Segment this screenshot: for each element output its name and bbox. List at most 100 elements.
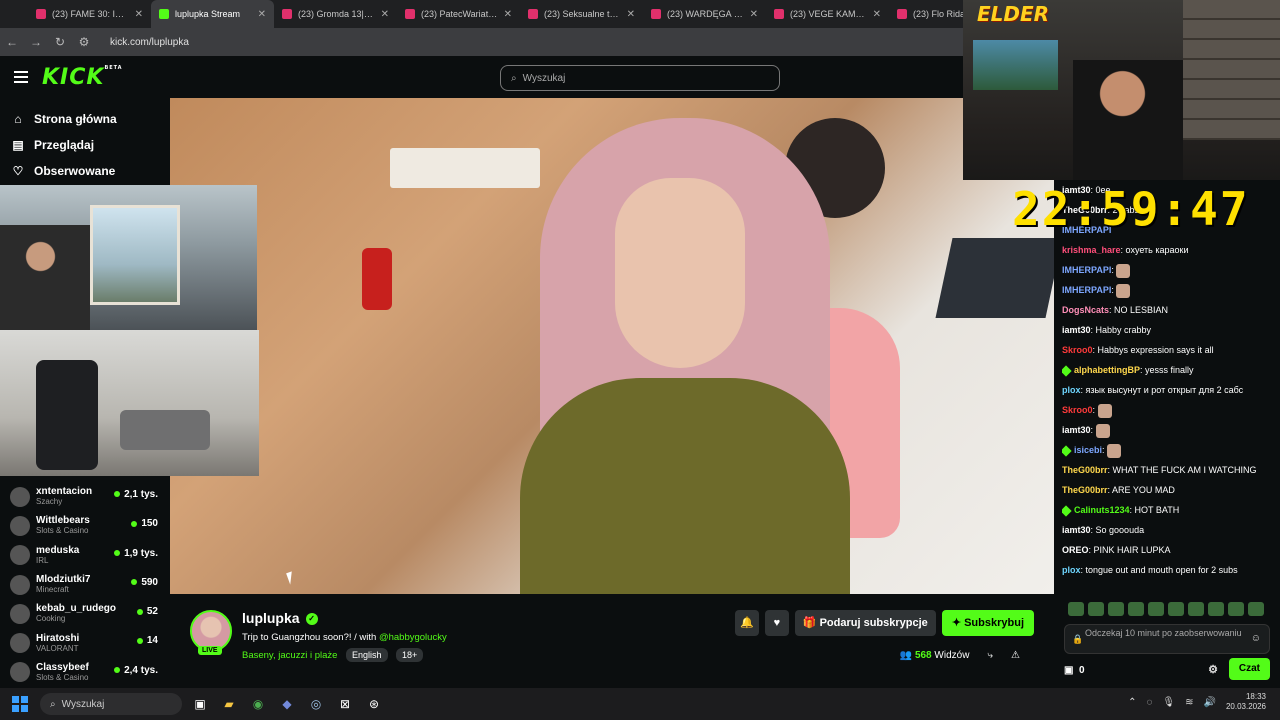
back-icon[interactable]: ← <box>0 35 24 49</box>
chat-username[interactable]: iamt30 <box>1062 325 1091 335</box>
chat-username[interactable]: krishma_hare <box>1062 245 1121 255</box>
subscribe-button[interactable]: ✦ Subskrybuj <box>941 610 1034 636</box>
chat-username[interactable]: DogsNcats <box>1062 305 1109 315</box>
sidebar-item-home[interactable]: ⌂ Strona główna <box>0 106 170 132</box>
category-link[interactable]: Baseny, jacuzzi i plaże <box>242 650 337 661</box>
search-input[interactable]: ⌕ Wyszukaj <box>500 65 780 91</box>
chat-username[interactable]: iamt30 <box>1062 425 1091 435</box>
chat-username[interactable]: TheG00brr <box>1062 485 1108 495</box>
youtube-icon <box>405 9 415 19</box>
emote-icon[interactable] <box>1188 602 1204 616</box>
send-chat-button[interactable]: Czat <box>1228 658 1270 680</box>
volume-icon[interactable]: 🔊 <box>1204 697 1216 708</box>
points-icon[interactable]: ▣ <box>1064 665 1073 676</box>
close-icon[interactable]: ✕ <box>627 9 635 20</box>
forward-icon[interactable]: → <box>24 35 48 49</box>
chat-input[interactable]: 🔒 Odczekaj 10 minut po zaobserwowaniu ☺ <box>1064 624 1270 654</box>
microphone-icon[interactable]: 🎙 <box>1162 697 1175 708</box>
close-icon[interactable]: ✕ <box>381 9 389 20</box>
chat-username[interactable]: Calinuts1234 <box>1074 505 1130 515</box>
close-icon[interactable]: ✕ <box>873 9 881 20</box>
tag-chip[interactable]: English <box>346 648 388 662</box>
close-icon[interactable]: ✕ <box>750 9 758 20</box>
kick-logo[interactable]: KICKBETA <box>42 65 123 90</box>
sidebar-item-following[interactable]: ♡ Obserwowane <box>0 158 170 184</box>
browser-tab[interactable]: (23) WARDĘGA ZARZ✕ <box>643 0 766 28</box>
app-icon[interactable]: ⊠ <box>334 693 356 715</box>
gift-sub-button[interactable]: 🎁 Podaruj subskrypcje <box>794 610 936 636</box>
chrome-icon[interactable]: ◉ <box>247 693 269 715</box>
emote-icon[interactable] <box>1088 602 1104 616</box>
chevron-up-icon[interactable]: ⌃ <box>1128 697 1136 708</box>
taskbar-search[interactable]: ⌕ Wyszukaj <box>40 693 182 715</box>
emote-icon[interactable] <box>1068 602 1084 616</box>
clock[interactable]: 18:33 20.03.2026 <box>1226 692 1266 712</box>
obs-icon[interactable]: ⊛ <box>363 693 385 715</box>
chat-username[interactable]: plox <box>1062 385 1081 395</box>
channel-item[interactable]: Wittlebears Slots & Casino 150 <box>0 511 170 540</box>
chat-text: : tongue out and mouth open for 2 subs <box>1080 565 1238 575</box>
chat-username[interactable]: iamt30 <box>1062 525 1091 535</box>
emote-icon[interactable] <box>1148 602 1164 616</box>
chat-username[interactable]: plox <box>1062 565 1081 575</box>
reload-icon[interactable]: ↻ <box>48 35 72 49</box>
browser-tab[interactable]: (23) Seksualne trójkąt✕ <box>520 0 643 28</box>
chat-username[interactable]: Skroo0 <box>1062 345 1093 355</box>
chat-username[interactable]: IMHERPAPI <box>1062 265 1111 275</box>
emote-icon[interactable] <box>1208 602 1224 616</box>
chat-text: : PINK HAIR LUPKA <box>1088 545 1171 555</box>
mention-link[interactable]: @habbygolucky <box>379 632 447 643</box>
share-icon[interactable]: ⤷ <box>987 650 993 661</box>
heart-icon[interactable]: ♥ <box>764 610 789 636</box>
browser-tab-active[interactable]: luplupka Stream ✕ <box>151 0 274 28</box>
channel-item[interactable]: meduska IRL 1,9 tys. <box>0 541 170 570</box>
chat-text: : <box>1090 425 1094 435</box>
chat-username[interactable]: alphabettingBP <box>1074 365 1140 375</box>
report-icon[interactable]: ⚠ <box>1011 650 1020 661</box>
lock-icon: 🔒 <box>1072 634 1084 644</box>
file-explorer-icon[interactable]: ▰ <box>218 693 240 715</box>
emote-picker-icon[interactable]: ☺ <box>1251 634 1261 644</box>
menu-icon[interactable] <box>14 68 28 86</box>
heart-icon: ♡ <box>12 164 24 178</box>
emote-icon[interactable] <box>1128 602 1144 616</box>
chat-username[interactable]: Skroo0 <box>1062 405 1093 415</box>
gear-icon[interactable]: ⚙ <box>1208 663 1218 676</box>
close-icon[interactable]: ✕ <box>504 9 512 20</box>
emote-icon[interactable] <box>1168 602 1184 616</box>
chat-username[interactable]: TheG00brr <box>1062 465 1108 475</box>
browser-tab[interactable]: (23) Gromda 13| Dom✕ <box>274 0 397 28</box>
streamer-figure <box>520 118 900 594</box>
channel-item[interactable]: Mlodziutki7 Minecraft 590 <box>0 570 170 599</box>
channel-item[interactable]: xntentacion Szachy 2,1 tys. <box>0 482 170 511</box>
url-field[interactable]: kick.com/luplupka <box>110 37 189 48</box>
chat-message: IMHERPAPI: <box>1062 280 1278 300</box>
sidebar-item-browse[interactable]: ▤ Przeglądaj <box>0 132 170 158</box>
chat-username[interactable]: isicebi <box>1074 445 1102 455</box>
close-icon[interactable]: ✕ <box>258 9 266 20</box>
video-player[interactable] <box>170 98 1054 594</box>
chat-username[interactable]: OREO <box>1062 545 1089 555</box>
wifi-icon[interactable]: ≋ <box>1185 697 1193 708</box>
chat-username[interactable]: IMHERPAPI <box>1062 285 1111 295</box>
network-icon[interactable]: ◌ <box>1146 697 1152 708</box>
youtube-icon <box>282 9 292 19</box>
channel-item[interactable]: Classybeef Slots & Casino 2,4 tys. <box>0 658 170 687</box>
task-view-icon[interactable]: ▣ <box>189 693 211 715</box>
windows-start-icon[interactable] <box>12 696 28 712</box>
discord-icon[interactable]: ◆ <box>276 693 298 715</box>
channel-item[interactable]: kebab_u_rudego Cooking 52 <box>0 599 170 628</box>
browser-tab[interactable]: (23) PatecWariatec - Y✕ <box>397 0 520 28</box>
emote-icon[interactable] <box>1248 602 1264 616</box>
channel-item[interactable]: Hiratoshi VALORANT 14 <box>0 628 170 657</box>
close-icon[interactable]: ✕ <box>135 9 143 20</box>
browser-tab[interactable]: (23) FAME 30: IRL+ Cl...✕ <box>28 0 151 28</box>
bell-icon[interactable]: 🔔 <box>734 610 759 636</box>
streamer-name[interactable]: luplupka <box>242 610 300 626</box>
emote-icon[interactable] <box>1228 602 1244 616</box>
emote-icon[interactable] <box>1108 602 1124 616</box>
site-info-icon[interactable]: ⚙ <box>72 35 96 49</box>
tag-chip[interactable]: 18+ <box>396 648 424 662</box>
steam-icon[interactable]: ◎ <box>305 693 327 715</box>
browser-tab[interactable]: (23) VEGE KAMPANIA✕ <box>766 0 889 28</box>
